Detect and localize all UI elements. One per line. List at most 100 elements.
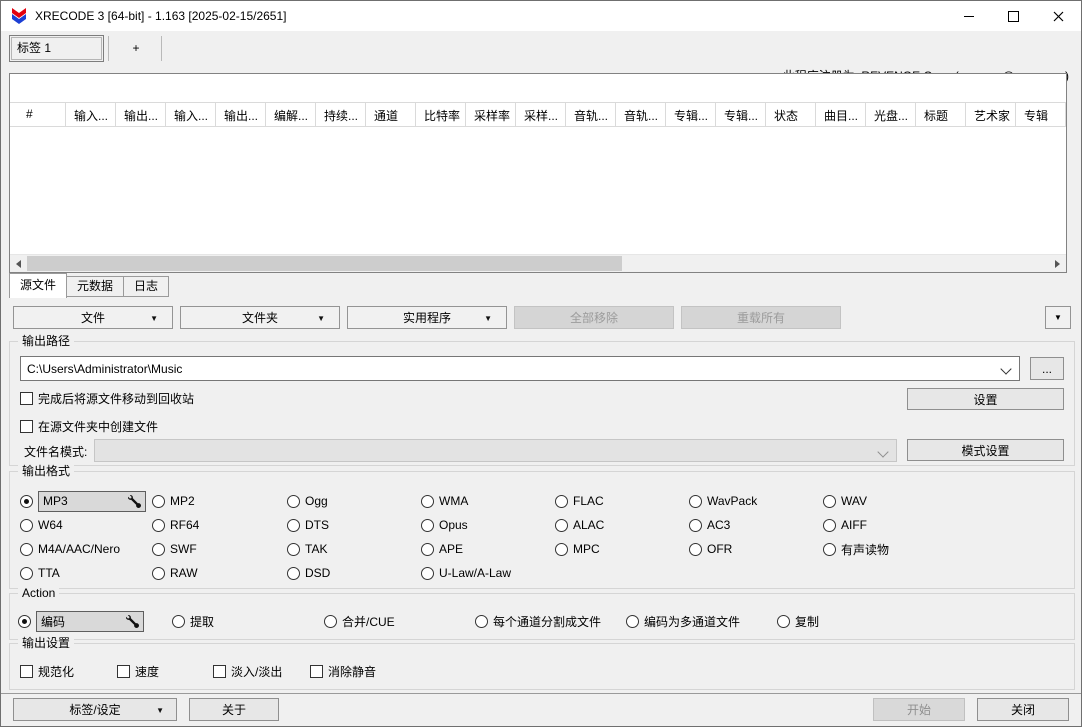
format-option-12[interactable]: AC3 — [689, 518, 823, 532]
column-header-6[interactable]: 持续... — [316, 103, 366, 126]
output-setting-option-1[interactable]: 速度 — [117, 663, 213, 680]
toolbar-button-2[interactable]: 实用程序 ▼ — [347, 306, 507, 329]
column-header-5[interactable]: 编解... — [266, 103, 316, 126]
format-option-18[interactable]: MPC — [555, 542, 689, 556]
output-setting-option-0[interactable]: 规范化 — [20, 663, 117, 680]
column-header-1[interactable]: 输入... — [66, 103, 116, 126]
column-header-18[interactable]: 标题 — [916, 103, 966, 126]
format-option-3[interactable]: WMA — [421, 494, 555, 508]
toolbar-button-1[interactable]: 文件夹 ▼ — [180, 306, 340, 329]
about-button[interactable]: 关于 — [189, 698, 279, 721]
format-option-21[interactable]: TTA — [20, 566, 152, 580]
format-option-9[interactable]: DTS — [287, 518, 421, 532]
format-option-10[interactable]: Opus — [421, 518, 555, 532]
column-header-17[interactable]: 光盘... — [866, 103, 916, 126]
option-label: SWF — [170, 542, 197, 556]
column-header-20[interactable]: 专辑 — [1016, 103, 1066, 126]
close-button[interactable] — [1036, 1, 1081, 31]
radio-icon — [421, 542, 434, 556]
maximize-button[interactable] — [991, 1, 1036, 31]
option-label: 速度 — [135, 664, 160, 679]
format-option-1[interactable]: MP2 — [152, 494, 287, 508]
format-option-7[interactable]: W64 — [20, 518, 152, 532]
toolbar-button-0[interactable]: 文件 ▼ — [13, 306, 173, 329]
output-path-combo[interactable]: C:\Users\Administrator\Music — [20, 356, 1020, 381]
toolbar-dropdown-button[interactable]: ▼ — [1045, 306, 1071, 329]
option-label: WMA — [439, 494, 469, 508]
format-option-13[interactable]: AIFF — [823, 518, 889, 532]
output-format-group: 输出格式 MP3 MP2 Ogg WMA FLAC WavPack WAV W64 RF64 DT… — [9, 464, 1075, 589]
radio-icon — [421, 494, 434, 508]
option-label: TAK — [305, 542, 328, 556]
column-header-11[interactable]: 音轨... — [566, 103, 616, 126]
minimize-button[interactable] — [946, 1, 991, 31]
view-tab-0[interactable]: 源文件 — [9, 273, 68, 298]
tab-separator — [108, 36, 109, 61]
session-tab[interactable]: 标签 1 — [9, 35, 104, 62]
format-option-8[interactable]: RF64 — [152, 518, 287, 532]
column-header-9[interactable]: 采样率 — [466, 103, 516, 126]
tags-settings-button[interactable]: 标签/设定 ▼ — [13, 698, 177, 721]
format-option-24[interactable]: U-Law/A-Law — [421, 566, 555, 580]
format-option-15[interactable]: SWF — [152, 542, 287, 556]
column-header-4[interactable]: 输出... — [216, 103, 266, 126]
column-header-16[interactable]: 曲目... — [816, 103, 866, 126]
format-option-17[interactable]: APE — [421, 542, 555, 556]
horizontal-scrollbar[interactable] — [10, 254, 1066, 272]
recycle-checkbox[interactable]: 完成后将源文件移动到回收站 — [20, 390, 194, 407]
action-option-0[interactable]: 编码 — [18, 610, 172, 632]
format-option-19[interactable]: OFR — [689, 542, 823, 556]
action-option-4[interactable]: 编码为多通道文件 — [626, 613, 777, 630]
action-option-1[interactable]: 提取 — [172, 613, 324, 630]
format-option-16[interactable]: TAK — [287, 542, 421, 556]
scroll-left-button[interactable] — [10, 255, 27, 272]
wrench-icon[interactable] — [128, 494, 141, 508]
format-option-20[interactable]: 有声读物 — [823, 541, 889, 558]
tab-strip: 标签 1 + 此程序注册为: REVENGE Crew (revenge@cre… — [1, 31, 1081, 83]
radio-icon — [20, 518, 33, 532]
column-header-3[interactable]: 输入... — [166, 103, 216, 126]
column-header-15[interactable]: 状态 — [766, 103, 816, 126]
dropdown-arrow-icon: ▼ — [484, 314, 492, 323]
format-option-2[interactable]: Ogg — [287, 494, 421, 508]
close-window-button[interactable]: 关闭 — [977, 698, 1069, 721]
radio-icon — [555, 494, 568, 508]
wrench-icon[interactable] — [126, 614, 139, 628]
action-option-3[interactable]: 每个通道分割成文件 — [475, 613, 626, 630]
scroll-right-button[interactable] — [1049, 255, 1066, 272]
format-option-5[interactable]: WavPack — [689, 494, 823, 508]
format-option-6[interactable]: WAV — [823, 494, 889, 508]
view-tab-2[interactable]: 日志 — [123, 276, 170, 297]
action-option-2[interactable]: 合并/CUE — [324, 613, 475, 630]
option-label: W64 — [38, 518, 63, 532]
create-in-source-checkbox[interactable]: 在源文件夹中创建文件 — [20, 418, 158, 435]
column-header-0[interactable]: # — [10, 103, 66, 126]
column-header-2[interactable]: 输出... — [116, 103, 166, 126]
file-list-panel[interactable]: # 输入... 输出... 输入... 输出... 编解... 持续... 通道 比特率 采样率采… — [9, 73, 1067, 273]
format-option-14[interactable]: M4A/AAC/Nero — [20, 542, 152, 556]
column-header-10[interactable]: 采样... — [516, 103, 566, 126]
view-tab-1[interactable]: 元数据 — [66, 276, 125, 297]
minimize-icon — [963, 15, 974, 17]
pattern-settings-button[interactable]: 模式设置 — [907, 439, 1064, 461]
column-header-14[interactable]: 专辑... — [716, 103, 766, 126]
action-option-5[interactable]: 复制 — [777, 613, 819, 630]
column-header-19[interactable]: 艺术家 — [966, 103, 1016, 126]
format-option-23[interactable]: DSD — [287, 566, 421, 580]
column-header-8[interactable]: 比特率 — [416, 103, 466, 126]
scrollbar-thumb[interactable] — [27, 256, 622, 271]
column-header-7[interactable]: 通道 — [366, 103, 416, 126]
option-label: 合并/CUE — [342, 614, 395, 629]
settings-button[interactable]: 设置 — [907, 388, 1064, 410]
format-option-0[interactable]: MP3 — [20, 490, 152, 512]
browse-button[interactable]: ... — [1030, 357, 1064, 380]
format-option-22[interactable]: RAW — [152, 566, 287, 580]
format-option-4[interactable]: FLAC — [555, 494, 689, 508]
format-option-11[interactable]: ALAC — [555, 518, 689, 532]
selected-option-box: 编码 — [36, 610, 144, 632]
output-setting-option-3[interactable]: 消除静音 — [310, 663, 376, 680]
column-header-12[interactable]: 音轨... — [616, 103, 666, 126]
add-tab-button[interactable]: + — [111, 35, 161, 62]
column-header-13[interactable]: 专辑... — [666, 103, 716, 126]
output-setting-option-2[interactable]: 淡入/淡出 — [213, 663, 310, 680]
